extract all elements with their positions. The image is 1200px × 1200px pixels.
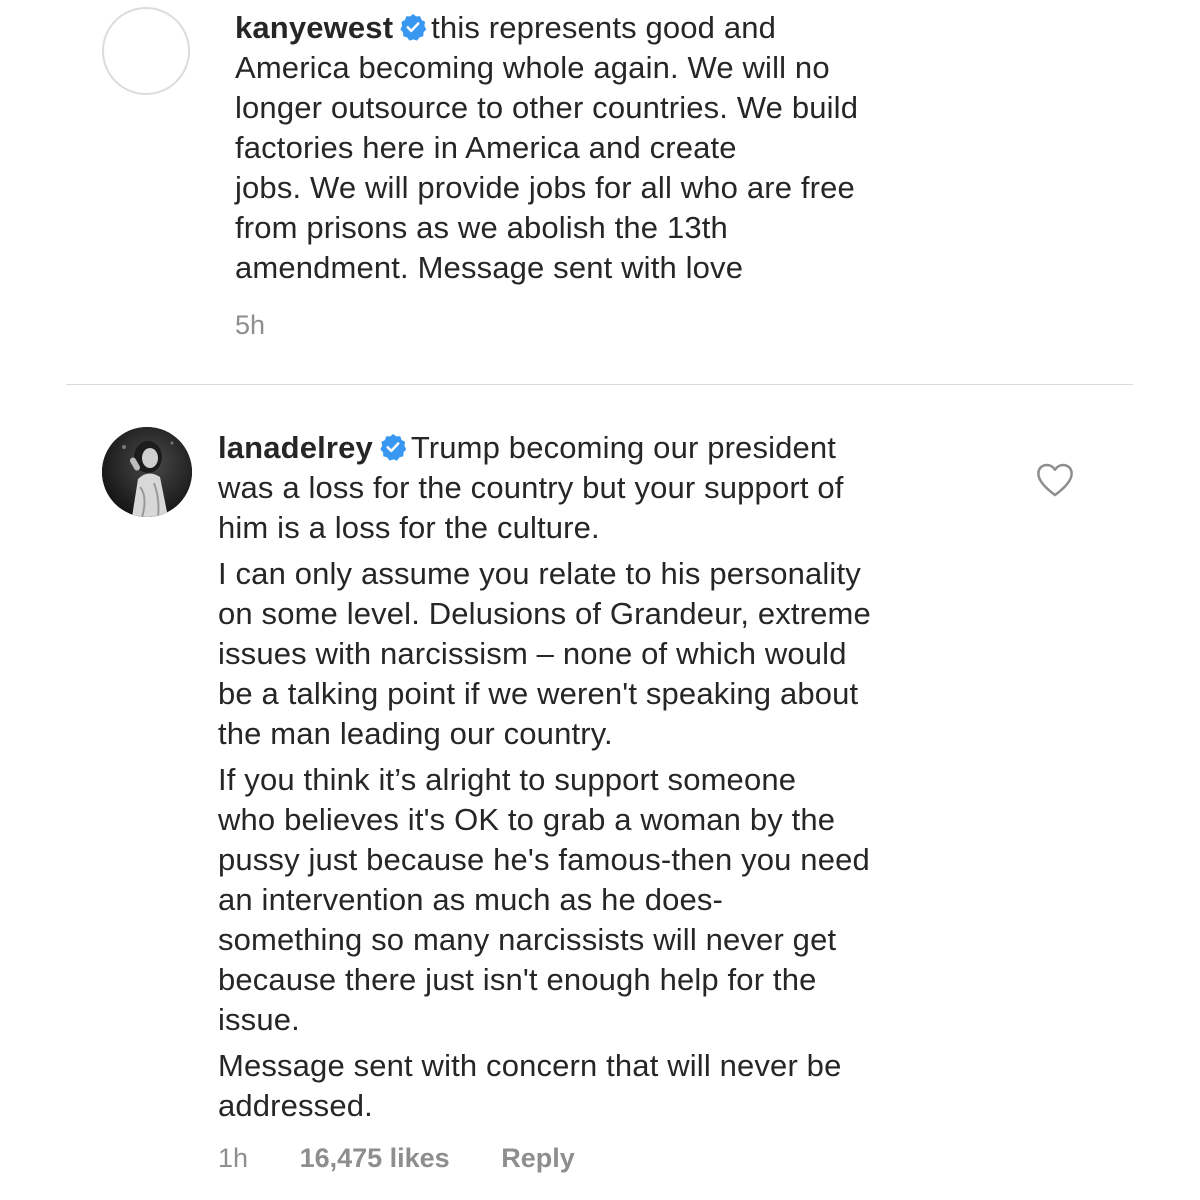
avatar-photo-image [102, 427, 192, 517]
divider [66, 384, 1133, 385]
comment-line: him is a loss for the culture. [218, 510, 600, 545]
reply-button[interactable]: Reply [501, 1143, 575, 1174]
comment-line: the man leading our country. [218, 716, 613, 751]
comment-text-kanyewest: kanyewest this represents good and Americ… [235, 8, 1015, 288]
comment-timestamp[interactable]: 1h [218, 1143, 248, 1174]
comment-line: If you think it’s alright to support som… [218, 762, 797, 797]
comment-line: was a loss for the country but your supp… [218, 470, 844, 505]
comment-meta-lanadelrey: 1h 16,475 likes Reply [218, 1143, 575, 1174]
heart-outline-icon[interactable] [1036, 462, 1074, 498]
comment-line: factories here in America and create [235, 130, 737, 165]
comment-line: I can only assume you relate to his pers… [218, 556, 861, 591]
comment-line: addressed. [218, 1088, 373, 1123]
comment-text-segment: this represents good and [431, 10, 776, 45]
comment-line: kanyewest this represents good and [235, 8, 1015, 48]
comment-paragraph: lanadelrey Trump becoming our president w… [218, 428, 1008, 548]
comment-line: from prisons as we abolish the 13th [235, 210, 728, 245]
comment-paragraph: If you think it’s alright to support som… [218, 760, 1008, 1040]
comment-paragraph: I can only assume you relate to his pers… [218, 554, 1008, 754]
comment-line: jobs. We will provide jobs for all who a… [235, 170, 855, 205]
comment-text-lanadelrey: lanadelrey Trump becoming our president w… [218, 428, 1008, 1126]
username-lanadelrey[interactable]: lanadelrey [218, 430, 373, 465]
comment-line: lanadelrey Trump becoming our president [218, 428, 1008, 468]
comment-text-segment: Trump becoming our president [410, 430, 837, 465]
comment-line: America becoming whole again. We will no [235, 50, 830, 85]
likes-count[interactable]: 16,475 likes [300, 1143, 450, 1174]
comment-line: pussy just because he's famous-then you … [218, 842, 870, 877]
comment-line: because there just isn't enough help for… [218, 962, 817, 997]
comment-line: an intervention as much as he does- [218, 882, 723, 917]
verified-badge-icon [400, 14, 427, 41]
username-kanyewest[interactable]: kanyewest [235, 10, 393, 45]
comment-line: amendment. Message sent with love [235, 250, 744, 285]
comment-line: be a talking point if we weren't speakin… [218, 676, 859, 711]
comment-line: something so many narcissists will never… [218, 922, 837, 957]
comment-line: on some level. Delusions of Grandeur, ex… [218, 596, 871, 631]
comment-meta-kanyewest: 5h [235, 310, 265, 341]
comment-timestamp[interactable]: 5h [235, 310, 265, 341]
comment-line: Message sent with concern that will neve… [218, 1048, 842, 1083]
comment-line: longer outsource to other countries. We … [235, 90, 859, 125]
avatar-kanyewest[interactable] [102, 7, 190, 95]
avatar-lanadelrey[interactable] [102, 427, 192, 517]
verified-badge-icon [380, 434, 407, 461]
comment-line: issue. [218, 1002, 300, 1037]
comment-line: issues with narcissism – none of which w… [218, 636, 847, 671]
comment-paragraph: Message sent with concern that will neve… [218, 1046, 1008, 1126]
comment-line: who believes it's OK to grab a woman by … [218, 802, 836, 837]
